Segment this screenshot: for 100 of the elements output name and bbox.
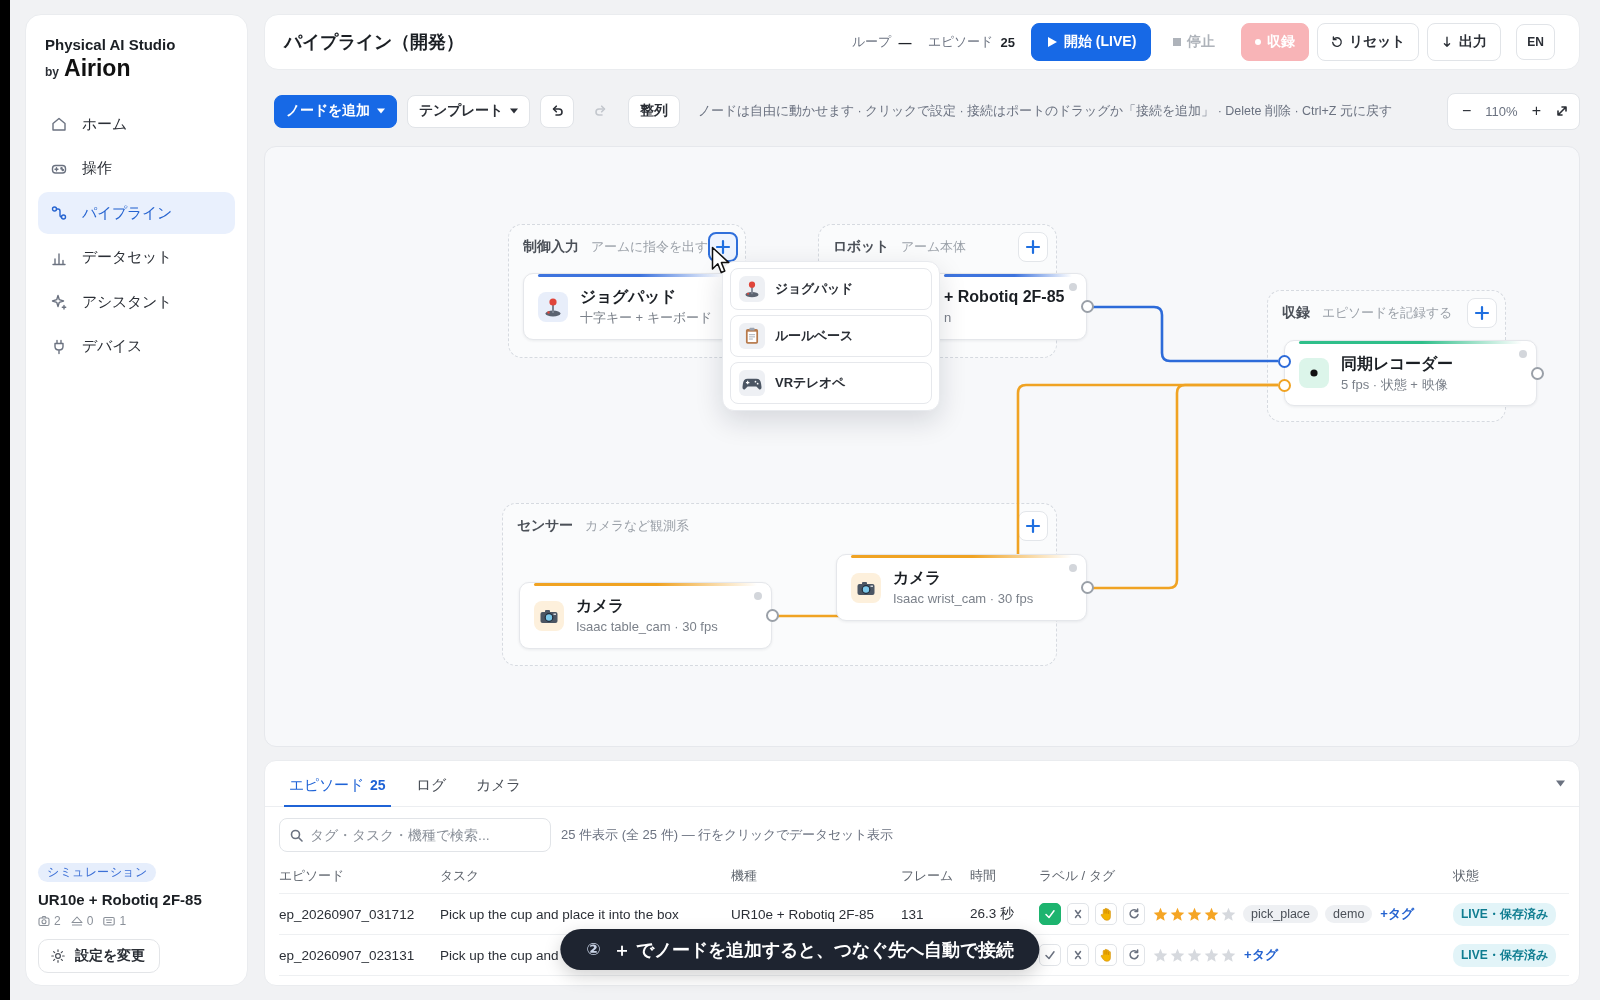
check-icon [1044, 949, 1056, 961]
arrange-button[interactable]: 整列 [628, 94, 680, 128]
loop-label: ループ [851, 33, 891, 51]
group-subtitle: アームに指令を出す [591, 238, 708, 256]
nav-item[interactable]: アシスタント [38, 281, 235, 323]
zoom-level: 110% [1485, 103, 1518, 119]
sun-icon [51, 949, 65, 963]
star-icon[interactable] [1187, 947, 1202, 963]
node-title: 同期レコーダー [1341, 353, 1453, 374]
node-subtitle: Isaac table_cam · 30 fps [576, 618, 718, 635]
reset-button[interactable]: リセット [1317, 23, 1420, 61]
task-text: Pick up the cup and place it into the box [440, 906, 679, 922]
loop-value: — [898, 34, 912, 50]
home-icon [51, 116, 67, 132]
caret-icon [510, 108, 518, 114]
nav-item[interactable]: データセット [38, 236, 235, 279]
node-subtitle: Isaac wrist_cam · 30 fps [893, 590, 1034, 607]
clipboard-icon [739, 323, 765, 349]
nav-item[interactable]: 操作 [38, 147, 235, 190]
retry-icon [1128, 908, 1140, 920]
nav-item[interactable]: ホーム [38, 103, 235, 145]
camera-icon [851, 572, 881, 603]
status-dot-icon [1069, 283, 1077, 291]
pipeline-node[interactable]: カメラ Isaac wrist_cam · 30 fps [836, 554, 1087, 621]
star-icon[interactable] [1170, 906, 1185, 922]
stat-count: 2 [54, 914, 61, 928]
group-title: 制御入力 [523, 238, 579, 256]
star-icon[interactable] [1221, 906, 1236, 922]
panel-tab[interactable]: エピソード 25 [284, 761, 391, 807]
status-badge: LIVE・保存済み [1453, 902, 1556, 926]
record-icon [1299, 358, 1329, 388]
add-tag-link[interactable]: +タグ [1244, 946, 1278, 964]
tag-chip[interactable]: pick_place [1243, 905, 1319, 923]
step-number: ② [586, 939, 601, 960]
panel-tab[interactable]: ログ [410, 761, 451, 807]
tag-chip[interactable]: demo [1325, 905, 1373, 923]
nav-item[interactable]: デバイス [38, 325, 235, 368]
node-title: カメラ [893, 568, 942, 588]
language-button[interactable]: EN [1516, 24, 1555, 60]
column-header: エピソード [279, 866, 344, 885]
template-button[interactable]: テンプレート [407, 94, 530, 128]
column-header: ラベル / タグ [1039, 866, 1115, 885]
pipeline-node[interactable]: カメラ Isaac table_cam · 30 fps [519, 582, 772, 649]
page-title: パイプライン（開発） [284, 31, 464, 54]
joystick-icon [538, 291, 568, 322]
stop-icon [1173, 38, 1182, 46]
mode-badge: シミュレーション [38, 863, 156, 882]
column-header: 時間 [970, 866, 996, 885]
menu-item[interactable]: ジョグパッド [730, 268, 932, 310]
start-button[interactable]: 開始 (LIVE) [1031, 23, 1152, 61]
expand-icon [1555, 104, 1569, 118]
node-title: ジョグパッド [580, 287, 677, 307]
column-header: タスク [440, 866, 479, 885]
eject-icon [70, 915, 83, 927]
cross-icon [1072, 908, 1084, 920]
gamepad-icon [739, 370, 765, 396]
settings-button[interactable]: 設定を変更 [38, 939, 160, 973]
keyboard-icon [103, 915, 116, 927]
pipeline-node[interactable]: 同期レコーダー 5 fps · 状態 + 映像 [1284, 340, 1537, 406]
record-icon [1255, 39, 1262, 45]
node-subtitle: 5 fps · 状態 + 映像 [1341, 375, 1449, 393]
add-tag-link[interactable]: +タグ [1380, 905, 1414, 923]
label-toggle[interactable] [1039, 903, 1061, 925]
star-icon[interactable] [1187, 906, 1202, 922]
check-icon [1044, 908, 1056, 920]
play-icon [1046, 36, 1058, 48]
plus-icon [1024, 238, 1042, 256]
star-icon[interactable] [1153, 906, 1168, 922]
plus-icon [1024, 517, 1042, 535]
zoom-out-button[interactable]: − [1462, 103, 1472, 119]
hand-icon [1099, 948, 1113, 962]
camera-icon [534, 600, 564, 631]
cross-icon [1072, 949, 1084, 961]
by-label: by [45, 64, 59, 81]
redo-icon [594, 104, 608, 118]
menu-item[interactable]: ルールベース [730, 315, 932, 357]
star-icon[interactable] [1221, 947, 1236, 963]
panel-tab[interactable]: カメラ [470, 761, 526, 807]
zoom-in-button[interactable]: + [1531, 103, 1541, 119]
pipeline-icon [51, 205, 67, 221]
nav-item[interactable]: パイプライン [38, 192, 235, 234]
status-dot-icon [1519, 350, 1527, 358]
column-header: 機種 [731, 866, 757, 885]
menu-item[interactable]: VRテレオペ [730, 362, 932, 404]
star-icon[interactable] [1204, 947, 1219, 963]
search-field[interactable]: タグ・タスク・機種で検索... [279, 818, 551, 852]
undo-button[interactable] [540, 94, 574, 128]
star-icon[interactable] [1153, 947, 1168, 963]
node-title: カメラ [576, 596, 625, 616]
plus-icon [714, 238, 732, 256]
hint-text: ノードは自由に動かせます · クリックで設定 · 接続はポートのドラッグか「接続を追加」 · Delete 削除 · Ctrl+Z 元に戻す [698, 102, 1392, 120]
group-subtitle: カメラなど観測系 [585, 517, 689, 535]
fit-view-button[interactable] [1555, 104, 1569, 118]
star-icon[interactable] [1170, 947, 1185, 963]
export-button[interactable]: 出力 [1427, 23, 1502, 61]
joystick-icon [739, 276, 765, 302]
robot-model: UR10e + Robotiq 2F-85 [731, 906, 874, 922]
star-icon[interactable] [1204, 906, 1219, 922]
caret-icon[interactable] [1556, 780, 1565, 787]
add-node-button[interactable]: ノードを追加 [274, 94, 397, 128]
